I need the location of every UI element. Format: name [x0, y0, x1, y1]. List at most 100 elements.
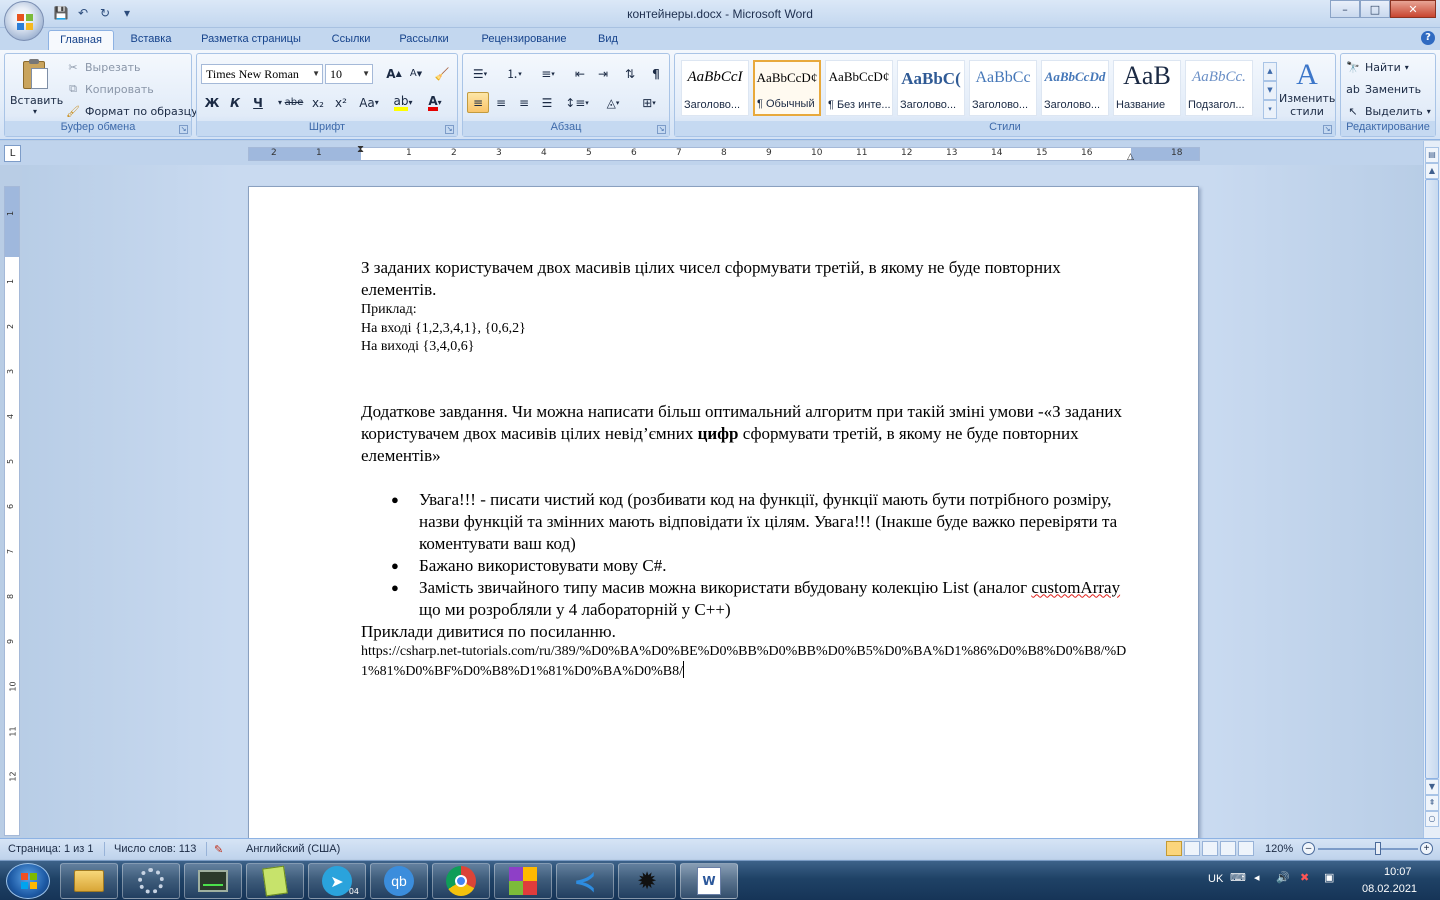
sort-button[interactable]: ⇅: [619, 63, 641, 84]
styles-launcher-icon[interactable]: ↘: [1323, 125, 1332, 134]
full-screen-reading-icon[interactable]: [1184, 841, 1200, 856]
style-normal[interactable]: AaBbCcD¢ ¶ Обычный: [753, 60, 821, 116]
proofing-icon[interactable]: ✎: [214, 843, 223, 856]
office-button[interactable]: [4, 1, 44, 41]
vertical-scrollbar[interactable]: ▤ ▲ ▼ ⇞ ○: [1423, 141, 1440, 838]
font-name-combo[interactable]: Times New Roman ▼: [201, 64, 323, 84]
multilevel-list-button[interactable]: ≡ ▾: [535, 63, 561, 84]
font-launcher-icon[interactable]: ↘: [445, 125, 454, 134]
clipboard-launcher-icon[interactable]: ↘: [179, 125, 188, 134]
tab-home[interactable]: Главная: [48, 30, 114, 50]
clear-format-button[interactable]: 🧹: [431, 63, 453, 84]
browse-object-icon[interactable]: ○: [1425, 811, 1439, 827]
style-subtitle[interactable]: AaBbCc. Подзагол...: [1185, 60, 1253, 116]
strikethrough-button[interactable]: abe: [283, 92, 305, 113]
paste-dropdown-icon[interactable]: ▾: [10, 107, 60, 116]
increase-indent-button[interactable]: ⇥: [592, 63, 614, 84]
align-left-button[interactable]: ≡: [467, 92, 489, 113]
underline-button[interactable]: Ч: [247, 92, 269, 113]
outline-view-icon[interactable]: [1220, 841, 1236, 856]
scroll-down-icon[interactable]: ▼: [1425, 779, 1439, 795]
document-page[interactable]: З заданих користувачем двох масивів ціли…: [248, 186, 1199, 846]
italic-button[interactable]: К: [224, 92, 246, 113]
zoom-out-icon[interactable]: –: [1302, 842, 1315, 855]
tab-selector-icon[interactable]: L: [4, 145, 21, 162]
tab-view[interactable]: Вид: [588, 30, 628, 50]
style-heading-1[interactable]: AaBbCcI Заголово...: [681, 60, 749, 116]
language-indicator[interactable]: Английский (США): [246, 843, 340, 855]
font-color-button[interactable]: A ▾: [421, 92, 449, 113]
zoom-in-icon[interactable]: +: [1420, 842, 1433, 855]
line-spacing-button[interactable]: ↕≡ ▾: [563, 92, 591, 113]
maximize-button[interactable]: □: [1360, 0, 1390, 18]
tab-mailings[interactable]: Рассылки: [390, 30, 458, 50]
close-button[interactable]: ✕: [1390, 0, 1436, 18]
font-size-combo[interactable]: 10 ▼: [325, 64, 373, 84]
numbering-button[interactable]: ⒈ ▾: [501, 63, 527, 84]
tray-arrow-icon[interactable]: ◂: [1254, 871, 1260, 884]
style-heading-3[interactable]: AaBbCc Заголово...: [969, 60, 1037, 116]
align-right-button[interactable]: ≡: [513, 92, 535, 113]
volume-icon[interactable]: 🔊: [1276, 871, 1290, 884]
decrease-indent-button[interactable]: ⇤: [569, 63, 591, 84]
subscript-button[interactable]: x₂: [307, 92, 329, 113]
more-styles-icon[interactable]: ▾: [1263, 100, 1277, 119]
chevron-down-icon[interactable]: ▼: [1263, 81, 1277, 100]
minimize-button[interactable]: –: [1330, 0, 1360, 18]
ruler-toggle-icon[interactable]: ▤: [1425, 147, 1439, 163]
borders-button[interactable]: ⊞ ▾: [635, 92, 663, 113]
word-taskbar-icon[interactable]: W: [680, 863, 738, 899]
scroll-up-icon[interactable]: ▲: [1425, 163, 1439, 179]
replace-button[interactable]: ab Заменить: [1345, 81, 1421, 97]
highlight-button[interactable]: ab ▾: [389, 92, 417, 113]
paste-button[interactable]: Вставить ▾: [10, 59, 63, 121]
chrome-icon[interactable]: [432, 863, 490, 899]
control-panel-icon[interactable]: [122, 863, 180, 899]
language-indicator-tray[interactable]: UK: [1208, 873, 1223, 885]
example-url[interactable]: https://csharp.net-tutorials.com/ru/389/…: [361, 643, 1131, 682]
grow-font-button[interactable]: A ▲: [383, 63, 405, 84]
copy-button[interactable]: ⧉ Копировать: [65, 81, 154, 97]
clock-time[interactable]: 10:07: [1384, 866, 1412, 878]
zoom-level[interactable]: 120%: [1265, 843, 1293, 855]
style-heading-4[interactable]: AaBbCcDd Заголово...: [1041, 60, 1109, 116]
draft-view-icon[interactable]: [1238, 841, 1254, 856]
task-manager-icon[interactable]: [184, 863, 242, 899]
vscode-icon[interactable]: ≺: [556, 863, 614, 899]
file-explorer-icon[interactable]: [60, 863, 118, 899]
bold-button[interactable]: Ж: [201, 92, 223, 113]
select-button[interactable]: ↖ Выделить ▾: [1345, 103, 1430, 119]
help-icon[interactable]: ?: [1421, 31, 1435, 45]
chevron-up-icon[interactable]: ▲: [1263, 62, 1277, 81]
justify-button[interactable]: ☰: [536, 92, 558, 113]
right-indent-icon[interactable]: △: [1127, 152, 1134, 162]
word-count[interactable]: Число слов: 113: [114, 843, 196, 855]
format-painter-button[interactable]: 🖌 Формат по образцу: [65, 103, 198, 119]
notepad-plus-icon[interactable]: [246, 863, 304, 899]
zoom-slider[interactable]: [1318, 848, 1418, 850]
change-case-button[interactable]: Aa ▾: [355, 92, 383, 113]
previous-page-icon[interactable]: ⇞: [1425, 795, 1439, 811]
telegram-icon[interactable]: ➤ 04: [308, 863, 366, 899]
start-button[interactable]: [6, 863, 50, 899]
qbittorrent-icon[interactable]: qb: [370, 863, 428, 899]
tab-insert[interactable]: Вставка: [120, 30, 182, 50]
vertical-ruler[interactable]: 1 1 2 3 4 5 6 7 8 9 10 11 12: [4, 186, 20, 836]
tab-references[interactable]: Ссылки: [322, 30, 380, 50]
document-body[interactable]: З заданих користувачем двох масивів ціли…: [361, 257, 1131, 682]
network-icon[interactable]: ✖: [1300, 871, 1309, 884]
print-layout-view-icon[interactable]: [1166, 841, 1182, 856]
page-count[interactable]: Страница: 1 из 1: [8, 843, 94, 855]
keyboard-icon[interactable]: ⌨: [1230, 871, 1246, 884]
find-button[interactable]: 🔭 Найти ▾: [1345, 59, 1409, 75]
bug-app-icon[interactable]: ✹: [618, 863, 676, 899]
superscript-button[interactable]: x²: [330, 92, 352, 113]
zoom-slider-thumb[interactable]: [1375, 842, 1381, 855]
spelling-error-word[interactable]: customArray: [1031, 578, 1120, 597]
show-marks-button[interactable]: ¶: [645, 63, 667, 84]
style-heading-2[interactable]: AaBbC(Заголово...: [897, 60, 965, 116]
tab-review[interactable]: Рецензирование: [470, 30, 578, 50]
winrar-icon[interactable]: [494, 863, 552, 899]
bullets-button[interactable]: ☰ ▾: [467, 63, 493, 84]
display-icon[interactable]: ▣: [1324, 871, 1334, 884]
